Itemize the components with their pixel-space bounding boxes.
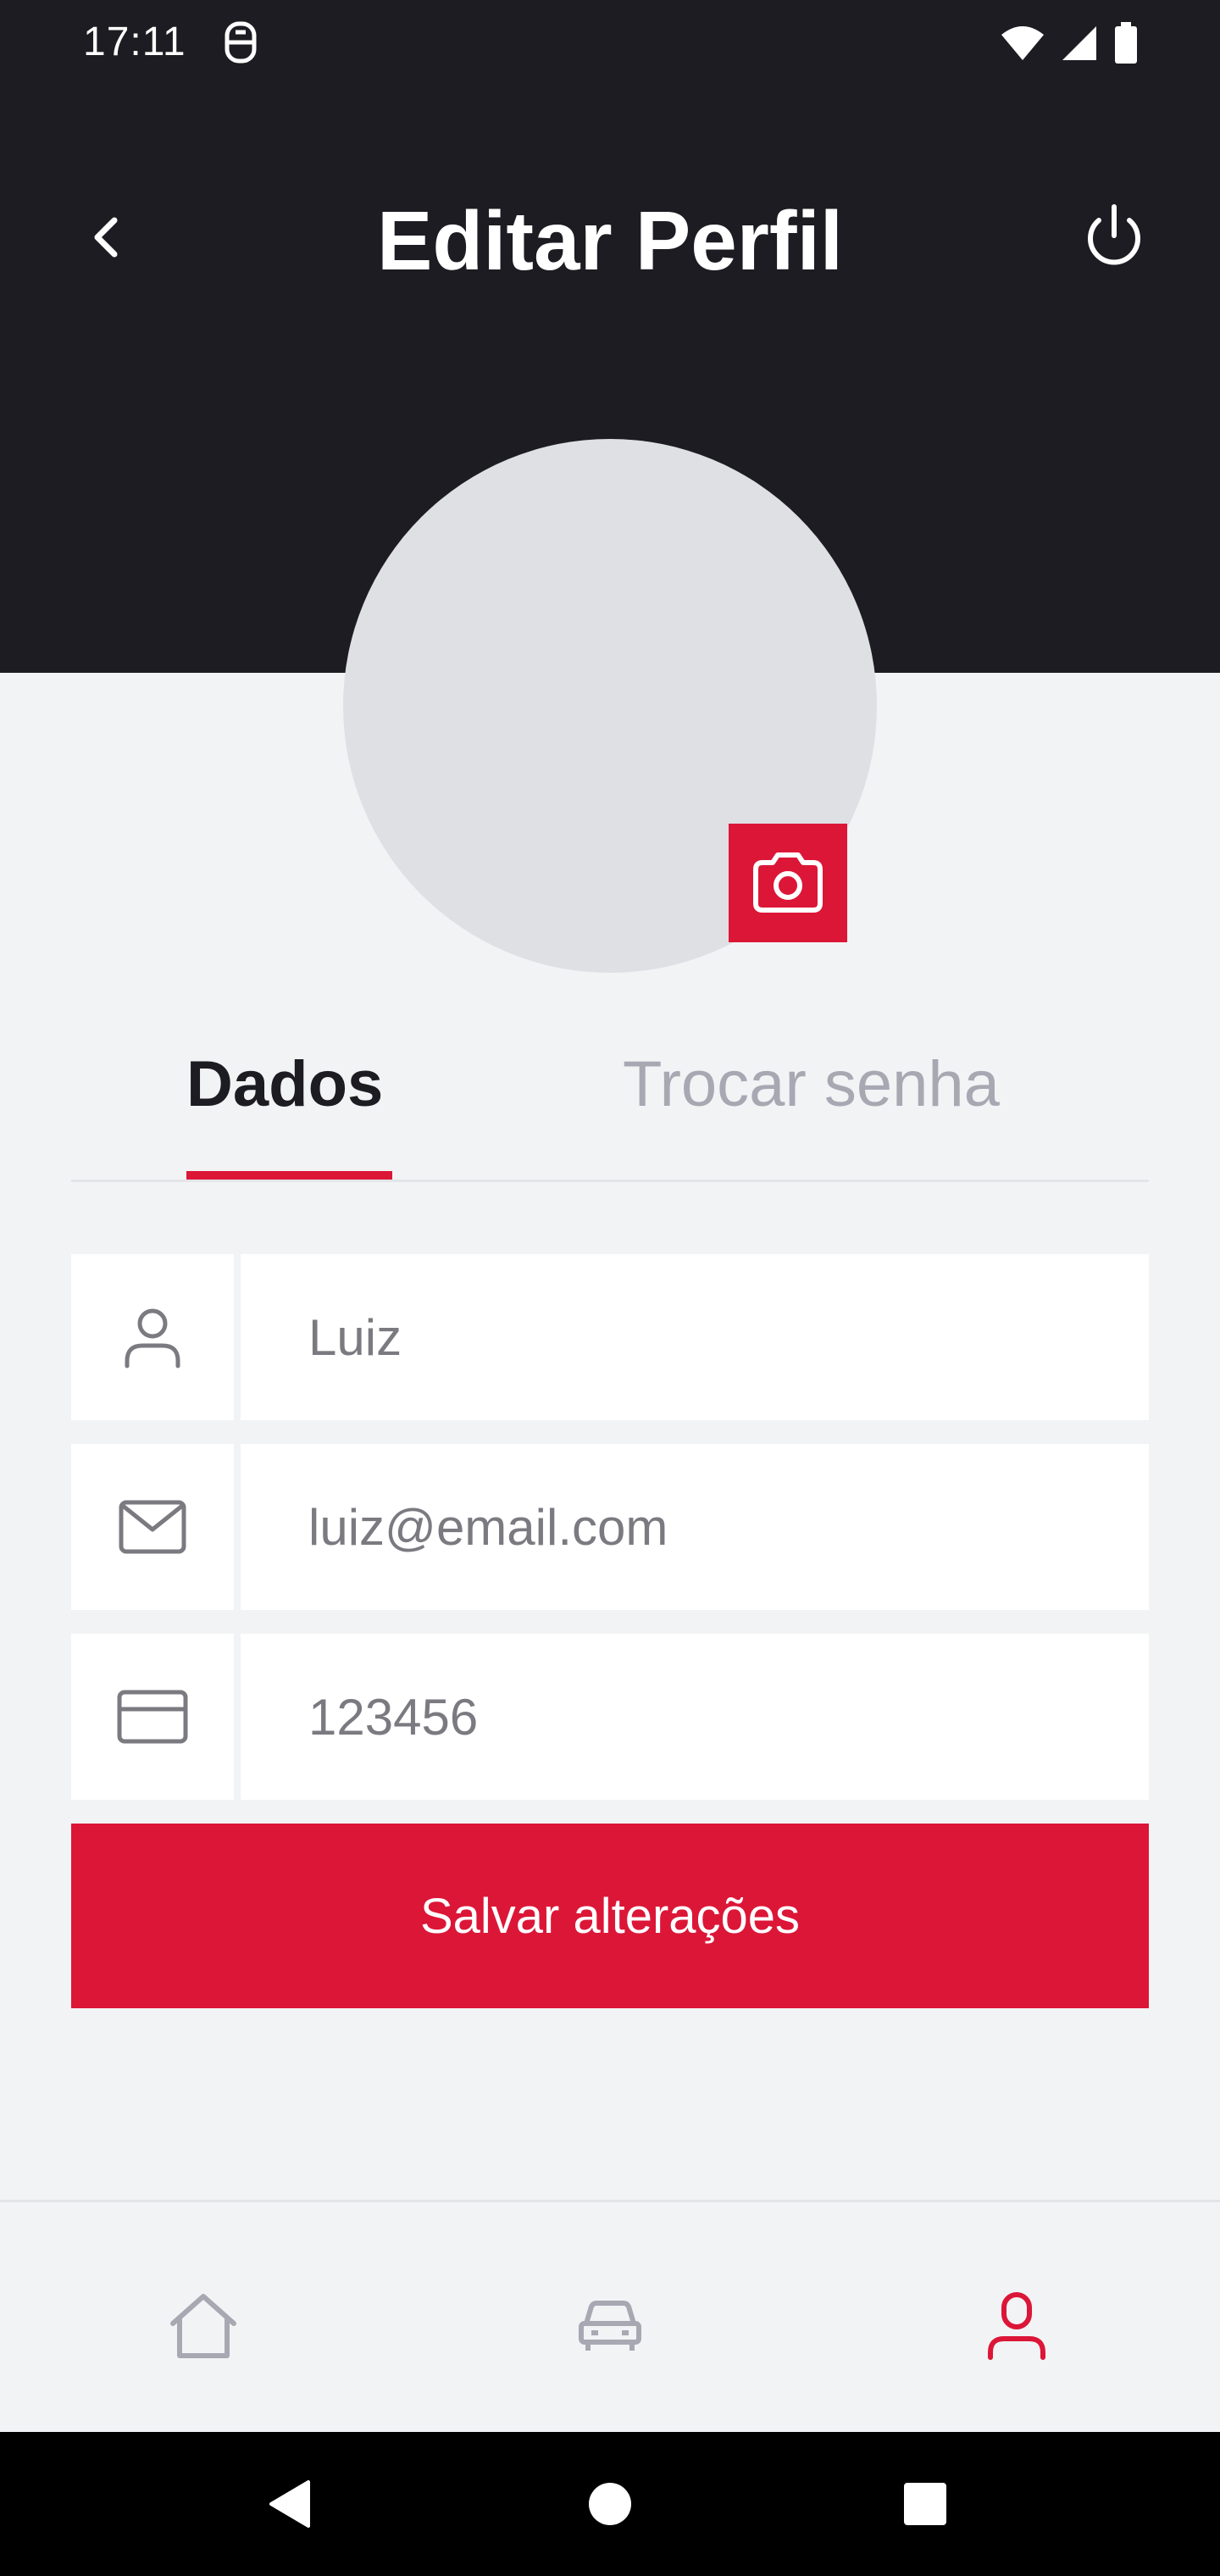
change-photo-button[interactable] <box>729 824 847 942</box>
email-field-row <box>71 1444 1149 1610</box>
system-back-button[interactable] <box>256 2470 324 2538</box>
bottom-nav-home[interactable] <box>161 2284 246 2368</box>
logout-button[interactable] <box>1074 195 1154 280</box>
status-icons <box>1000 22 1139 64</box>
circle-home-icon <box>589 2483 631 2525</box>
user-icon <box>988 2292 1045 2360</box>
email-input[interactable] <box>241 1444 1149 1610</box>
car-icon <box>579 2301 641 2351</box>
system-home-button[interactable] <box>576 2470 644 2538</box>
save-button[interactable]: Salvar alterações <box>71 1824 1149 2008</box>
credit-card-icon <box>117 1690 188 1744</box>
tab-trocar-senha[interactable]: Trocar senha <box>623 1047 1000 1121</box>
status-bar: 17:11 <box>0 0 1220 85</box>
page-title: Editar Perfil <box>376 194 844 287</box>
email-field-icon-box <box>71 1444 234 1610</box>
square-recents-icon <box>904 2483 946 2525</box>
user-icon <box>125 1308 180 1368</box>
tabs-divider <box>71 1180 1149 1182</box>
status-time: 17:11 <box>83 19 186 64</box>
bottom-nav-cars[interactable] <box>568 2284 652 2368</box>
battery-icon <box>1115 22 1137 64</box>
name-field-row <box>71 1254 1149 1420</box>
system-navigation-bar <box>0 2432 1220 2576</box>
triangle-back-icon <box>269 2480 310 2528</box>
camera-icon <box>753 852 823 913</box>
bottom-nav-profile[interactable] <box>974 2284 1059 2368</box>
signal-icon <box>1062 26 1096 60</box>
name-input[interactable] <box>241 1254 1149 1420</box>
app-notification-icon <box>225 21 257 64</box>
active-tab-indicator <box>186 1171 392 1180</box>
power-icon <box>1088 204 1140 265</box>
tab-dados[interactable]: Dados <box>186 1047 383 1121</box>
wifi-icon <box>1001 26 1044 60</box>
cnh-input[interactable] <box>241 1634 1149 1800</box>
cnh-field-icon-box <box>71 1634 234 1800</box>
bottom-tab-bar <box>0 2200 1220 2432</box>
home-icon <box>170 2294 236 2358</box>
cnh-field-row <box>71 1634 1149 1800</box>
system-recents-button[interactable] <box>891 2470 959 2538</box>
name-field-icon-box <box>71 1254 234 1420</box>
mail-icon <box>119 1500 186 1554</box>
